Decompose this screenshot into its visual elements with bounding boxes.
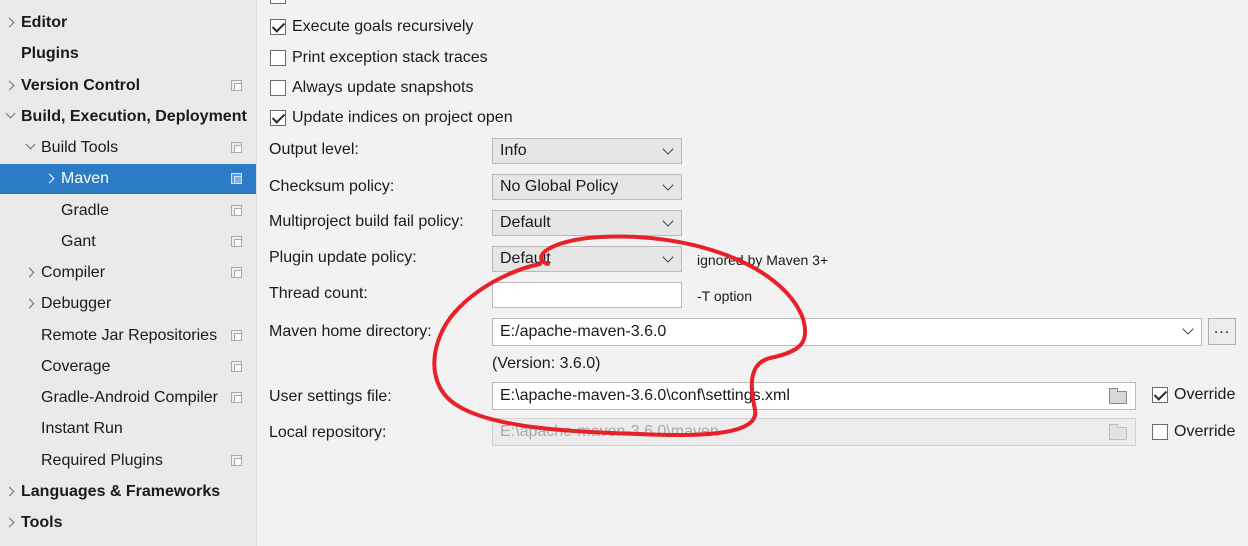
thread-count-hint: -T option <box>697 288 752 304</box>
chevron-right-icon[interactable] <box>24 258 38 288</box>
sidebar-item-compiler[interactable]: Compiler <box>0 258 256 288</box>
maven-home-directory-label: Maven home directory: <box>269 323 432 340</box>
sidebar-item-required-plugins[interactable]: Required Plugins <box>0 446 256 476</box>
sidebar-item-label: Languages & Frameworks <box>21 483 221 500</box>
sidebar-item-build-execution-deployment[interactable]: Build, Execution, Deployment <box>0 102 256 132</box>
sidebar-item-gant[interactable]: Gant <box>0 227 256 257</box>
sidebar-item-gradle[interactable]: Gradle <box>0 196 256 226</box>
chevron-down-icon[interactable] <box>4 102 18 132</box>
project-settings-icon <box>231 455 242 466</box>
sidebar-item-label: Instant Run <box>41 420 123 437</box>
chevron-right-icon[interactable] <box>24 289 38 319</box>
sidebar-item-gradle-android-compiler[interactable]: Gradle-Android Compiler <box>0 383 256 413</box>
checksum-policy-label: Checksum policy: <box>269 178 395 195</box>
multiproject-fail-policy-select[interactable]: Default <box>492 210 682 236</box>
sidebar-item-label: Gant <box>61 233 96 250</box>
project-settings-icon <box>231 236 242 247</box>
project-settings-icon <box>231 361 242 372</box>
sidebar-item-label: Compiler <box>41 264 106 281</box>
plugin-update-hint: ignored by Maven 3+ <box>697 252 829 268</box>
sidebar-item-label: Gradle-Android Compiler <box>41 389 218 406</box>
output-level-label: Output level: <box>269 141 359 158</box>
local-repository-override-checkbox[interactable] <box>1152 424 1168 440</box>
plugin-update-policy-select[interactable]: Default <box>492 246 682 272</box>
sidebar-item-coverage[interactable]: Coverage <box>0 352 256 382</box>
cut-off-checkbox[interactable] <box>270 0 286 4</box>
chevron-down-icon <box>662 251 674 263</box>
sidebar-item-build-tools[interactable]: Build Tools <box>0 133 256 163</box>
project-settings-icon <box>231 173 242 184</box>
sidebar-item-label: Build, Execution, Deployment <box>21 108 247 125</box>
checkbox-label[interactable]: Always update snapshots <box>292 77 473 99</box>
sidebar-item-maven[interactable]: Maven <box>0 164 256 194</box>
multiproject-fail-policy-label: Multiproject build fail policy: <box>269 213 464 230</box>
sidebar-item-label: Tools <box>21 514 63 531</box>
print-exception-stack-traces-checkbox[interactable] <box>270 50 286 66</box>
project-settings-icon <box>231 205 242 216</box>
chevron-right-icon[interactable] <box>4 477 18 507</box>
checkbox-label[interactable]: Update indices on project open <box>292 107 513 129</box>
update-indices-checkbox[interactable] <box>270 110 286 126</box>
sidebar-item-label: Coverage <box>41 358 111 375</box>
sidebar-item-instant-run[interactable]: Instant Run <box>0 414 256 444</box>
chevron-down-icon <box>662 179 674 191</box>
user-settings-file-field[interactable]: E:\apache-maven-3.6.0\conf\settings.xml <box>492 382 1136 410</box>
checkbox-label[interactable]: Override <box>1174 384 1235 406</box>
sidebar-item-tools[interactable]: Tools <box>0 508 256 538</box>
sidebar-item-label: Required Plugins <box>41 452 163 469</box>
checkbox-label[interactable]: Override <box>1174 421 1235 443</box>
local-repository-field: E:\apache-maven-3.6.0\maven <box>492 418 1136 446</box>
user-settings-override-checkbox[interactable] <box>1152 387 1168 403</box>
chevron-down-icon <box>662 215 674 227</box>
sidebar-item-debugger[interactable]: Debugger <box>0 289 256 319</box>
thread-count-input[interactable] <box>492 282 682 308</box>
output-level-select[interactable]: Info <box>492 138 682 164</box>
sidebar-item-remote-jar-repositories[interactable]: Remote Jar Repositories <box>0 321 256 351</box>
always-update-snapshots-checkbox[interactable] <box>270 80 286 96</box>
local-repository-label: Local repository: <box>269 424 387 441</box>
sidebar-item-label: Maven <box>61 170 110 187</box>
folder-icon <box>1109 424 1127 440</box>
sidebar-item-label: Remote Jar Repositories <box>41 327 218 344</box>
project-settings-icon <box>231 80 242 91</box>
sidebar-item-label: Plugins <box>21 45 79 62</box>
chevron-right-icon[interactable] <box>44 164 58 194</box>
chevron-down-icon <box>1182 323 1194 335</box>
browse-maven-home-button[interactable]: ... <box>1208 318 1236 345</box>
sidebar-item-version-control[interactable]: Version Control <box>0 71 256 101</box>
chevron-right-icon[interactable] <box>4 71 18 101</box>
sidebar-item-label: Gradle <box>61 202 110 219</box>
project-settings-icon <box>231 392 242 403</box>
sidebar-item-label: Version Control <box>21 77 141 94</box>
chevron-down-icon <box>662 143 674 155</box>
maven-home-directory-select[interactable]: E:/apache-maven-3.6.0 <box>492 318 1202 346</box>
sidebar-item-languages-frameworks[interactable]: Languages & Frameworks <box>0 477 256 507</box>
folder-icon[interactable] <box>1109 388 1127 404</box>
project-settings-icon <box>231 142 242 153</box>
sidebar-item-plugins[interactable]: Plugins <box>0 39 256 69</box>
thread-count-label: Thread count: <box>269 285 368 302</box>
chevron-down-icon[interactable] <box>24 133 38 163</box>
execute-goals-recursively-checkbox[interactable] <box>270 19 286 35</box>
checkbox-label[interactable]: Execute goals recursively <box>292 16 473 38</box>
project-settings-icon <box>231 330 242 341</box>
sidebar-item-label: Debugger <box>41 295 112 312</box>
sidebar-item-editor[interactable]: Editor <box>0 8 256 38</box>
checkbox-label[interactable]: Print exception stack traces <box>292 47 488 69</box>
project-settings-icon <box>231 267 242 278</box>
checksum-policy-select[interactable]: No Global Policy <box>492 174 682 200</box>
sidebar-item-label: Editor <box>21 14 68 31</box>
chevron-right-icon[interactable] <box>4 8 18 38</box>
chevron-right-icon[interactable] <box>4 508 18 538</box>
user-settings-file-label: User settings file: <box>269 388 392 405</box>
sidebar-item-label: Build Tools <box>41 139 119 156</box>
settings-sidebar: Editor Plugins Version Control Build, Ex… <box>0 0 257 546</box>
maven-version-text: (Version: 3.6.0) <box>492 355 601 372</box>
plugin-update-policy-label: Plugin update policy: <box>269 249 417 266</box>
